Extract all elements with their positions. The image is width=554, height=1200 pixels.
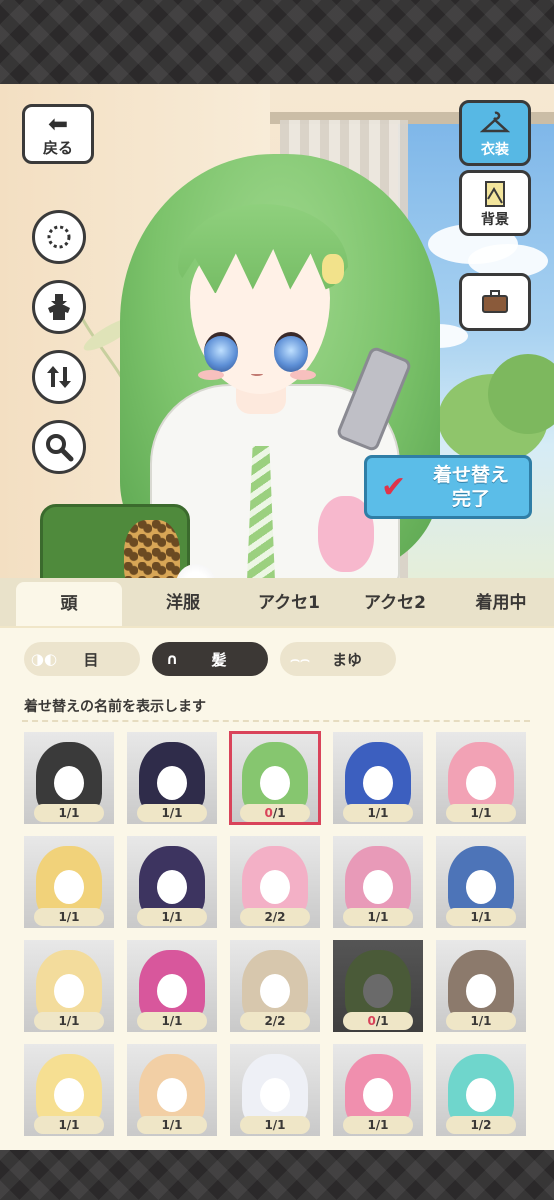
- hair-item[interactable]: 1/1: [24, 836, 114, 928]
- finish-dressup-button[interactable]: ✔ 着せ替え 完了: [364, 455, 532, 519]
- owned-count: 1/1: [240, 1116, 310, 1134]
- chip-eyebrows[interactable]: ⌢⌢ まゆ: [280, 642, 396, 676]
- face-silhouette: [260, 1078, 290, 1112]
- dashed-circle-icon: [47, 225, 71, 249]
- owned-count: 1/1: [34, 1012, 104, 1030]
- face-silhouette: [54, 870, 84, 904]
- tab-accessory-1[interactable]: アクセ1: [236, 578, 342, 626]
- face-silhouette: [157, 1078, 187, 1112]
- hair-item[interactable]: 1/1: [436, 940, 526, 1032]
- hair-item[interactable]: 1/1: [24, 732, 114, 824]
- owned-count: 1/1: [343, 804, 413, 822]
- reset-pose-button[interactable]: [32, 210, 86, 264]
- hair-icon: ∩: [165, 650, 179, 668]
- owned-count: 0/1: [240, 804, 310, 822]
- download-shirt-icon: [48, 294, 70, 320]
- hair-item[interactable]: 1/1: [436, 836, 526, 928]
- face-silhouette: [363, 870, 393, 904]
- owned-count: 1/1: [34, 908, 104, 926]
- eye-icon: ◑◐: [30, 650, 58, 668]
- hair-item[interactable]: 1/1: [333, 1044, 423, 1136]
- hair-item[interactable]: 1/1: [24, 940, 114, 1032]
- hair-item[interactable]: 0/1: [333, 940, 423, 1032]
- owned-count: 2/2: [240, 908, 310, 926]
- hair-item[interactable]: 1/1: [127, 1044, 217, 1136]
- owned-count: 1/1: [446, 908, 516, 926]
- hair-item[interactable]: 1/1: [127, 836, 217, 928]
- face-silhouette: [363, 766, 393, 800]
- owned-count: 1/1: [34, 1116, 104, 1134]
- hair-item[interactable]: 1/1: [230, 1044, 320, 1136]
- arrow-left-icon: ⬅: [47, 110, 69, 138]
- hair-item[interactable]: 1/1: [333, 836, 423, 928]
- chip-eyes[interactable]: ◑◐ 目: [24, 642, 140, 676]
- face-silhouette: [157, 870, 187, 904]
- hair-item-grid: 1/1 1/1 0/1 1/1 1/1 1/1 1/1 2/2 1/1 1/1 1/1 1/1 2/2 0…: [24, 731, 534, 1136]
- face-silhouette: [54, 974, 84, 1008]
- tabs-divider: [0, 626, 554, 628]
- face-silhouette: [157, 974, 187, 1008]
- face-silhouette: [157, 766, 187, 800]
- hair-item[interactable]: 1/1: [127, 732, 217, 824]
- hair-item[interactable]: 1/2: [436, 1044, 526, 1136]
- costume-button[interactable]: 衣装: [459, 100, 531, 166]
- hair-item[interactable]: 1/1: [127, 940, 217, 1032]
- face-silhouette: [363, 1078, 393, 1112]
- chip-hair[interactable]: ∩ 髪: [152, 642, 268, 676]
- subcategory-chips: ◑◐ 目 ∩ 髪 ⌢⌢ まゆ: [24, 642, 396, 676]
- top-pattern-band: [0, 0, 554, 84]
- owned-count: 1/1: [343, 908, 413, 926]
- owned-count: 1/1: [137, 908, 207, 926]
- checkmark-icon: ✔: [381, 469, 407, 505]
- background-button[interactable]: 背景: [459, 170, 531, 236]
- owned-count: 1/1: [343, 1116, 413, 1134]
- owned-count: 0/1: [343, 1012, 413, 1030]
- items-button[interactable]: [459, 273, 531, 331]
- tab-clothes[interactable]: 洋服: [130, 578, 236, 626]
- item-panel: 頭 洋服 アクセ1 アクセ2 着用中 ◑◐ 目 ∩ 髪 ⌢⌢ まゆ 着せ替えの名…: [0, 578, 554, 1150]
- owned-count: 1/2: [446, 1116, 516, 1134]
- hair-item[interactable]: 1/1: [436, 732, 526, 824]
- eyebrow-icon: ⌢⌢: [290, 650, 310, 668]
- face-silhouette: [260, 870, 290, 904]
- hair-item[interactable]: 2/2: [230, 940, 320, 1032]
- owned-count: 1/1: [137, 1012, 207, 1030]
- hair-item[interactable]: 0/1: [229, 731, 321, 825]
- picture-icon: [485, 181, 505, 207]
- hair-item[interactable]: 1/1: [24, 1044, 114, 1136]
- bottom-pattern-band: [0, 1150, 554, 1200]
- save-outfit-button[interactable]: [32, 280, 86, 334]
- hair-item[interactable]: 2/2: [230, 836, 320, 928]
- show-names-toggle[interactable]: 着せ替えの名前を表示します: [24, 696, 206, 716]
- category-tabs: 頭 洋服 アクセ1 アクセ2 着用中: [0, 578, 554, 626]
- dashed-divider: [22, 720, 530, 722]
- face-silhouette: [260, 766, 290, 800]
- face-silhouette: [54, 1078, 84, 1112]
- owned-count: 1/1: [137, 804, 207, 822]
- bear-charm: [124, 520, 180, 578]
- hair-item[interactable]: 1/1: [333, 732, 423, 824]
- back-button[interactable]: ⬅ 戻る: [22, 104, 94, 164]
- hanger-icon: [480, 111, 510, 133]
- face-silhouette: [466, 870, 496, 904]
- owned-count: 1/1: [446, 1012, 516, 1030]
- suitcase-icon: [482, 290, 508, 313]
- tab-accessory-2[interactable]: アクセ2: [342, 578, 448, 626]
- owned-count: 1/1: [34, 804, 104, 822]
- tab-head[interactable]: 頭: [16, 582, 122, 626]
- face-silhouette: [260, 974, 290, 1008]
- owned-count: 1/1: [446, 804, 516, 822]
- tab-wearing[interactable]: 着用中: [448, 578, 554, 626]
- face-silhouette: [466, 974, 496, 1008]
- zoom-button[interactable]: [32, 420, 86, 474]
- face-silhouette: [363, 974, 393, 1008]
- swap-vertical-icon: [47, 366, 71, 388]
- face-silhouette: [466, 766, 496, 800]
- magnifier-icon: [46, 434, 74, 462]
- face-silhouette: [466, 1078, 496, 1112]
- owned-count: 1/1: [137, 1116, 207, 1134]
- swap-layer-button[interactable]: [32, 350, 86, 404]
- owned-count: 2/2: [240, 1012, 310, 1030]
- face-silhouette: [54, 766, 84, 800]
